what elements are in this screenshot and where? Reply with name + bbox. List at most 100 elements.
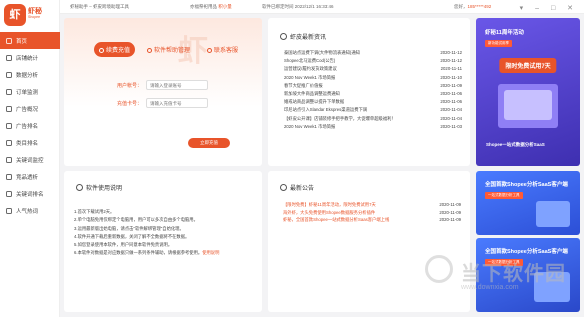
news-item-text: 2020 Nov Week1 市场简报	[284, 74, 336, 80]
sidebar-item-label: 人气热词	[16, 208, 39, 215]
sidebar-item-label: 类目排名	[16, 140, 39, 147]
usage-link[interactable]: 使用说明	[202, 250, 219, 255]
sidebar: 虾 虾秘 Shopee 首页 店铺统计 数据分析 订单监测 广告概况 广告排名 …	[0, 0, 60, 317]
announcement-date: 2020-11-09	[439, 209, 461, 215]
sidebar-item-store-stats[interactable]: 店铺统计	[0, 49, 60, 66]
tab-label: 软件帮助管理	[154, 48, 191, 54]
news-panel: 虾皮最新资讯 泰国站点运费下调(大件物流表通知)通知 2020-11-12 Shop…	[268, 18, 470, 166]
announcement-title: 最新公告	[280, 183, 314, 192]
sidebar-item-ad-overview[interactable]: 广告概况	[0, 100, 60, 117]
sidebar-item-label: 数据分析	[16, 72, 39, 79]
news-item-date: 2020-11-04	[440, 107, 462, 113]
app-sub: Shopee	[28, 15, 41, 19]
recharge-tabs: 续费充值 软件帮助管理 联系客服	[94, 42, 243, 57]
tab-recharge[interactable]: 续费充值	[94, 42, 136, 57]
window-controls[interactable]: ▾ – □ ✕	[520, 4, 578, 12]
news-item[interactable]: 春节大促推广价值报 2020-11-09	[284, 83, 462, 91]
card-row: 充值卡号：	[114, 98, 208, 108]
keyword-icon	[6, 156, 12, 163]
announcement-date: 2020-11-09	[439, 217, 461, 223]
news-item[interactable]: 泰国站点运费下调(大件物流表通知)通知 2020-11-12	[284, 50, 462, 58]
sidebar-item-keyword-monitor[interactable]: 关键词监控	[0, 151, 60, 168]
news-item[interactable]: 【虾皮公开课】店铺装修手把手教学，大促爆单超级福利！ 2020-11-04	[284, 116, 462, 124]
sidebar-item-category-rank[interactable]: 类目排名	[0, 134, 60, 151]
sidebar-item-ad-rank[interactable]: 广告排名	[0, 117, 60, 134]
news-item[interactable]: 新加坡大件商品调整运费通知 2020-11-06	[284, 91, 462, 99]
news-item-date: 2020-11-03	[440, 123, 462, 129]
account-input[interactable]	[146, 80, 208, 90]
sidebar-item-order-monitor[interactable]: 订单监测	[0, 83, 60, 100]
tab-software-help[interactable]: 软件帮助管理	[142, 42, 195, 57]
announcement-title-text: 最新公告	[290, 186, 315, 192]
announcement-text: 虾秘，全国首款Shopee一站式数据分析Saas客户端上线	[283, 217, 390, 223]
sidebar-item-home[interactable]: 首页	[0, 32, 60, 49]
dashboard-illustration	[536, 201, 570, 227]
coin-icon	[99, 48, 104, 53]
info-icon	[76, 184, 83, 191]
bell-icon	[280, 184, 287, 191]
recharge-button[interactable]: 立即充值	[188, 138, 230, 148]
usage-list: 1.首次下载试用2天。 2.单个电脑免用仅绑定个电脑用，用户可以多次自由多个电脑…	[74, 209, 254, 259]
bind-time: 软件已绑定时间 2022/12/1 16:33:46	[262, 4, 334, 9]
usage-title: 软件使用说明	[76, 183, 122, 192]
promo-banner-anniversary[interactable]: 虾秘11周年活动 新功能试用享 限时免费试用7天 Shopee一站式数据分析Sa…	[476, 18, 580, 166]
tab-label: 联系客服	[214, 48, 239, 54]
account-label: 用户帐号：	[116, 82, 142, 89]
news-item-text: 【虾皮公开课】店铺装修手把手教学，大促爆单超级福利！	[284, 115, 396, 121]
watermark-logo-icon	[425, 255, 453, 283]
usage-line-text: 6.本软件对数据是对应数据只做一系列条件辅助，请根据参考使用。	[74, 250, 203, 256]
home-icon	[6, 37, 12, 44]
promo-banner-saas-1[interactable]: 全国首款Shopee分析SaaS客户端 一站式数据分析工具	[476, 171, 580, 235]
ad-icon	[6, 105, 12, 112]
shop-status: 积小量	[218, 4, 232, 9]
news-item-date: 2020-11-12	[440, 58, 462, 64]
news-item-date: 2020-11-06	[440, 90, 462, 96]
sidebar-item-hot-words[interactable]: 人气热词	[0, 202, 60, 219]
news-list: 泰国站点运费下调(大件物流表通知)通知 2020-11-12 Shopee北马运费C…	[284, 50, 462, 132]
version-text: 虾秘助手 – 虾皮跨境助理工具	[70, 4, 130, 9]
news-item-text: 新加坡大件商品调整运费通知	[284, 90, 340, 96]
category-icon	[6, 139, 12, 146]
sidebar-item-data-analysis[interactable]: 数据分析	[0, 66, 60, 83]
news-icon	[280, 33, 287, 40]
news-item-text: 春节大促推广价值报	[284, 82, 323, 88]
promo-tag: 新功能试用享	[485, 40, 512, 47]
news-item[interactable]: 印尼站点引入Slandar Ekspres渠道运费下调 2020-11-04	[284, 107, 462, 115]
screen-illustration	[504, 90, 552, 120]
sidebar-item-keyword-rank[interactable]: 关键词排名	[0, 185, 60, 202]
service-icon	[207, 48, 213, 53]
watermark: 当下软件园 www.downxia.com	[425, 253, 584, 317]
promo-subtitle: Shopee一站式数据分析SaaS	[486, 142, 545, 147]
announcement-item[interactable]: 虾秘，全国首款Shopee一站式数据分析Saas客户端上线 2020-11-09	[283, 217, 461, 225]
ranking-icon	[6, 190, 12, 197]
card-input[interactable]	[146, 98, 208, 108]
news-item-date: 2020-11-04	[440, 115, 462, 121]
user-label: 您好，	[454, 4, 468, 9]
news-item[interactable]: 2020 Nov Week1 市场简报 2020-11-10	[284, 75, 462, 83]
promo-tag: 一站式数据分析工具	[485, 192, 523, 199]
top-bar: 虾秘助手 – 虾皮跨境助理工具 亦福祭祀用品 积小量 软件已绑定时间 2022/…	[60, 0, 584, 14]
watermark-title: 当下软件园	[461, 263, 566, 285]
news-item-text: 2020 Nov Week1 市场简报	[284, 123, 336, 129]
news-item[interactable]: 运营建议/履约发货政策建议 2020-11-11	[284, 66, 462, 74]
announcement-text: 【限时免费】虾秘11周年活动，限时免费试用7天	[283, 202, 376, 207]
recharge-panel: 虾 续费充值 软件帮助管理 联系客服 用户帐号： 充值卡号： 立即充值	[64, 18, 262, 166]
chart-icon	[6, 71, 12, 78]
sidebar-item-label: 广告排名	[16, 123, 39, 130]
compare-icon	[6, 173, 12, 180]
tab-contact[interactable]: 联系客服	[202, 42, 243, 57]
watermark-url: www.downxia.com	[461, 284, 519, 291]
app-logo: 虾	[4, 4, 26, 26]
sidebar-item-label: 广告概况	[16, 106, 39, 113]
news-item-date: 2020-11-06	[440, 99, 462, 105]
user-account: 185*****492	[467, 4, 492, 9]
sidebar-item-competitor[interactable]: 竞品透析	[0, 168, 60, 185]
sidebar-item-label: 订单监测	[16, 89, 39, 96]
announcement-item[interactable]: 【限时免费】虾秘11周年活动，限时免费试用7天 2020-11-09	[283, 202, 461, 210]
promo-pill: 限时免费试用7天	[499, 58, 557, 73]
user-info: 您好，185*****492	[454, 4, 491, 10]
news-item-date: 2020-11-12	[440, 50, 462, 55]
tab-label: 续费充值	[106, 48, 131, 54]
news-item[interactable]: 2020 Nov Week1 市场简报 2020-11-03	[284, 124, 462, 132]
account-row: 用户帐号：	[114, 80, 208, 90]
